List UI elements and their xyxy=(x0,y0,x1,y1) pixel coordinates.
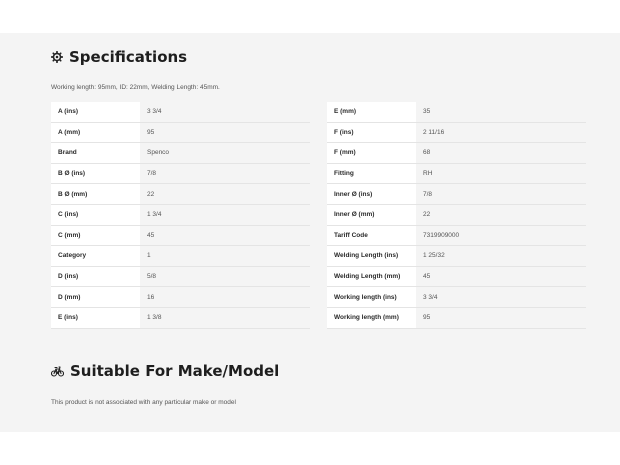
specifications-intro: Working length: 95mm, ID: 22mm, Welding … xyxy=(51,84,220,91)
spec-value: 1 25/32 xyxy=(416,245,586,267)
spec-value: 7/8 xyxy=(416,183,586,205)
gear-icon xyxy=(51,51,63,63)
spec-value: RH xyxy=(416,163,586,185)
spec-row: Working length (mm) 95 xyxy=(327,307,586,329)
spec-row: A (ins) 3 3/4 xyxy=(51,102,310,123)
spec-label: D (ins) xyxy=(51,266,140,288)
spec-value: 68 xyxy=(416,142,586,164)
spec-value: 3 3/4 xyxy=(416,286,586,308)
spec-label: A (mm) xyxy=(51,122,140,144)
specifications-heading: Specifications xyxy=(51,48,187,66)
spec-value: 35 xyxy=(416,102,586,123)
spec-row: Fitting RH xyxy=(327,163,586,185)
spec-row: Working length (ins) 3 3/4 xyxy=(327,286,586,308)
spec-row: C (mm) 45 xyxy=(51,225,310,247)
spec-label: B Ø (mm) xyxy=(51,183,140,205)
spec-label: E (ins) xyxy=(51,307,140,329)
spec-value: 95 xyxy=(140,122,310,144)
spec-row: F (ins) 2 11/16 xyxy=(327,122,586,144)
spec-row: Tariff Code 7319909000 xyxy=(327,225,586,247)
spec-label: E (mm) xyxy=(327,102,416,123)
spec-label: Inner Ø (mm) xyxy=(327,204,416,226)
spec-label: Fitting xyxy=(327,163,416,185)
spec-value: 45 xyxy=(416,266,586,288)
specifications-table-right: E (mm) 35 F (ins) 2 11/16 F (mm) 68 Fitting RH I… xyxy=(327,102,586,329)
spec-value: 7319909000 xyxy=(416,225,586,247)
spec-value: 3 3/4 xyxy=(140,102,310,123)
spec-row: Welding Length (ins) 1 25/32 xyxy=(327,245,586,267)
spec-label: F (mm) xyxy=(327,142,416,164)
bicycle-icon xyxy=(51,365,64,377)
spec-label: C (mm) xyxy=(51,225,140,247)
spec-label: Working length (ins) xyxy=(327,286,416,308)
spec-label: Welding Length (ins) xyxy=(327,245,416,267)
spec-row: E (ins) 1 3/8 xyxy=(51,307,310,329)
spec-value: Spenco xyxy=(140,142,310,164)
spec-value: 1 xyxy=(140,245,310,267)
spec-row: B Ø (ins) 7/8 xyxy=(51,163,310,185)
spec-row: C (ins) 1 3/4 xyxy=(51,204,310,226)
specifications-title: Specifications xyxy=(69,48,188,66)
spec-row: Inner Ø (ins) 7/8 xyxy=(327,183,586,205)
spec-label: Working length (mm) xyxy=(327,307,416,329)
suitable-title: Suitable For Make/Model xyxy=(70,362,280,380)
spec-label: Welding Length (mm) xyxy=(327,266,416,288)
spec-value: 1 3/4 xyxy=(140,204,310,226)
spec-row: E (mm) 35 xyxy=(327,102,586,123)
spec-label: D (mm) xyxy=(51,286,140,308)
spec-label: B Ø (ins) xyxy=(51,163,140,185)
spec-row: Inner Ø (mm) 22 xyxy=(327,204,586,226)
spec-row: D (mm) 16 xyxy=(51,286,310,308)
spec-row: B Ø (mm) 22 xyxy=(51,183,310,205)
spec-label: F (ins) xyxy=(327,122,416,144)
spec-value: 7/8 xyxy=(140,163,310,185)
spec-row: Brand Spenco xyxy=(51,142,310,164)
spec-label: C (ins) xyxy=(51,204,140,226)
spec-row: Category 1 xyxy=(51,245,310,267)
spec-label: Tariff Code xyxy=(327,225,416,247)
spec-value: 22 xyxy=(140,183,310,205)
spec-value: 16 xyxy=(140,286,310,308)
spec-label: Category xyxy=(51,245,140,267)
spec-value: 95 xyxy=(416,307,586,329)
spec-label: Brand xyxy=(51,142,140,164)
spec-row: F (mm) 68 xyxy=(327,142,586,164)
spec-row: A (mm) 95 xyxy=(51,122,310,144)
suitable-heading: Suitable For Make/Model xyxy=(51,362,279,380)
spec-label: A (ins) xyxy=(51,102,140,123)
spec-value: 1 3/8 xyxy=(140,307,310,329)
spec-value: 5/8 xyxy=(140,266,310,288)
suitable-note: This product is not associated with any … xyxy=(51,399,236,406)
specifications-table-left: A (ins) 3 3/4 A (mm) 95 Brand Spenco B Ø (ins)… xyxy=(51,102,310,329)
spec-value: 45 xyxy=(140,225,310,247)
spec-label: Inner Ø (ins) xyxy=(327,183,416,205)
spec-value: 22 xyxy=(416,204,586,226)
spec-row: D (ins) 5/8 xyxy=(51,266,310,288)
spec-row: Welding Length (mm) 45 xyxy=(327,266,586,288)
spec-value: 2 11/16 xyxy=(416,122,586,144)
